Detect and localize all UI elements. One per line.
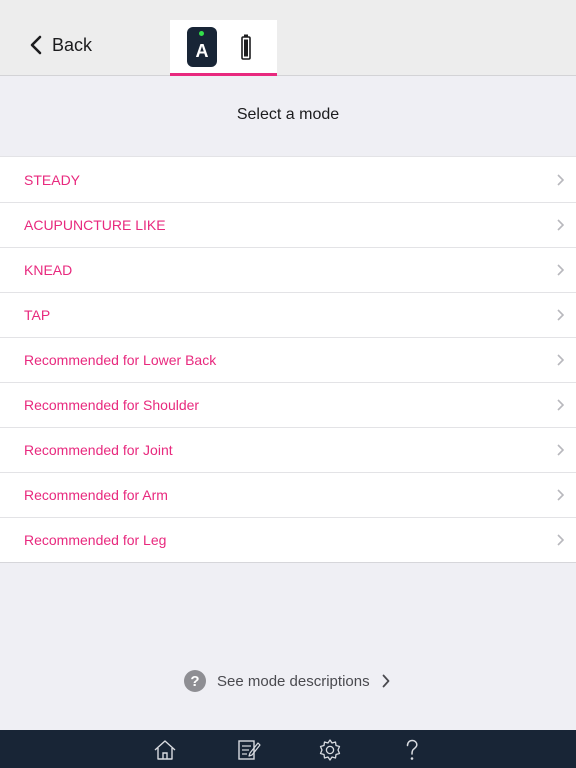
back-label: Back — [52, 34, 93, 55]
mode-item-shoulder[interactable]: Recommended for Shoulder — [0, 382, 576, 427]
mode-label: Recommended for Arm — [24, 486, 168, 503]
chevron-right-icon — [557, 219, 564, 231]
tab-home[interactable] — [152, 737, 178, 763]
active-tab-indicator — [170, 73, 277, 76]
mode-item-leg[interactable]: Recommended for Leg — [0, 517, 576, 562]
device-a-tab[interactable]: A — [187, 27, 217, 67]
mode-item-acupuncture-like[interactable]: ACUPUNCTURE LIKE — [0, 202, 576, 247]
tab-help[interactable] — [399, 737, 425, 763]
mode-descriptions-link[interactable]: ? See mode descriptions — [184, 669, 390, 693]
chevron-right-icon — [557, 264, 564, 276]
mode-label: TAP — [24, 306, 51, 323]
mode-list: STEADY ACUPUNCTURE LIKE KNEAD TAP Recomm… — [0, 156, 576, 563]
mode-label: Recommended for Leg — [24, 531, 167, 548]
journal-icon — [238, 740, 261, 760]
bottom-tab-bar — [0, 730, 576, 768]
chevron-right-icon — [557, 354, 564, 366]
chevron-right-icon — [382, 674, 389, 688]
device-a-label: A — [195, 41, 209, 61]
mode-item-lower-back[interactable]: Recommended for Lower Back — [0, 337, 576, 382]
gear-icon — [319, 739, 341, 761]
chevron-right-icon — [557, 444, 564, 456]
mode-label: STEADY — [24, 171, 81, 188]
mode-item-arm[interactable]: Recommended for Arm — [0, 472, 576, 517]
mode-item-tap[interactable]: TAP — [0, 292, 576, 337]
tab-settings[interactable] — [317, 737, 343, 763]
battery-icon[interactable] — [241, 34, 251, 60]
mode-item-joint[interactable]: Recommended for Joint — [0, 427, 576, 472]
mode-label: Recommended for Lower Back — [24, 351, 217, 368]
mode-label: ACUPUNCTURE LIKE — [24, 216, 166, 233]
chevron-right-icon — [557, 534, 564, 546]
chevron-right-icon — [557, 489, 564, 501]
back-button[interactable]: Back — [30, 30, 92, 60]
chevron-right-icon — [557, 309, 564, 321]
mode-label: Recommended for Joint — [24, 441, 173, 458]
mode-descriptions-label: See mode descriptions — [217, 672, 370, 690]
question-circle-icon: ? — [184, 670, 206, 692]
screen: Back A Select a mode STEADY ACUPUNCTURE … — [0, 0, 576, 768]
chevron-right-icon — [557, 399, 564, 411]
tab-journal[interactable] — [236, 737, 262, 763]
header: Back A — [0, 0, 576, 76]
help-icon — [406, 739, 418, 760]
home-icon — [154, 740, 176, 760]
page-title: Select a mode — [236, 106, 340, 123]
mode-item-steady[interactable]: STEADY — [0, 157, 576, 202]
chevron-left-icon — [30, 35, 42, 55]
mode-label: KNEAD — [24, 261, 73, 278]
mode-item-knead[interactable]: KNEAD — [0, 247, 576, 292]
chevron-right-icon — [557, 174, 564, 186]
mode-label: Recommended for Shoulder — [24, 396, 200, 413]
connection-led-icon — [199, 31, 204, 36]
device-tabs: A — [170, 20, 277, 76]
